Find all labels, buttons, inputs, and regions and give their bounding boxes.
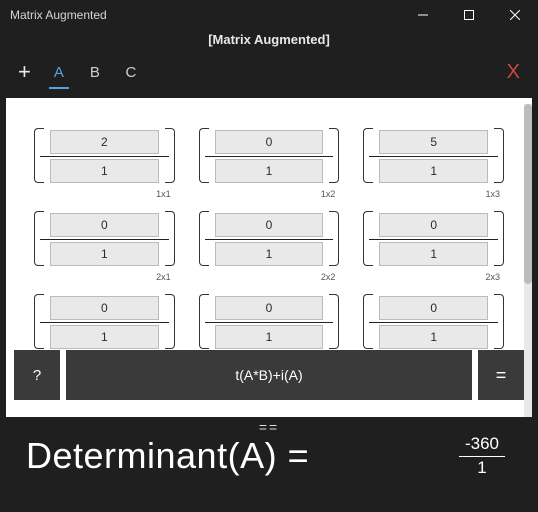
result-panel: == Determinant(A) = -360 1 [6, 417, 532, 507]
fraction-bar [205, 156, 334, 157]
numerator-input[interactable]: 2 [50, 130, 159, 154]
matrix-cell: 0 1 2x3 [363, 209, 504, 280]
tab-C[interactable]: C [113, 58, 149, 87]
fraction-bar [369, 156, 498, 157]
result-row: Determinant(A) = -360 1 [6, 435, 532, 477]
scrollbar-thumb[interactable] [524, 104, 532, 284]
denominator-input[interactable]: 1 [379, 325, 488, 349]
bracket-icon [199, 211, 209, 266]
bracket-icon [34, 294, 44, 349]
matrix-grid: 2 1 1x1 0 1 1x2 5 [6, 98, 532, 391]
scrollbar[interactable] [524, 104, 532, 438]
bracket-icon [329, 294, 339, 349]
bracket-icon [363, 128, 373, 183]
fraction: 2 1 [50, 130, 159, 183]
fraction: 0 1 [379, 296, 488, 349]
bracket-icon [199, 128, 209, 183]
matrix-cell: 2 1 1x1 [34, 126, 175, 197]
matrix-cell: 5 1 1x3 [363, 126, 504, 197]
help-button[interactable]: ? [14, 350, 60, 400]
main-viewport: 2 1 1x1 0 1 1x2 5 [0, 92, 538, 512]
window-title: Matrix Augmented [10, 8, 107, 22]
matrix-cell: 0 1 2x1 [34, 209, 175, 280]
numerator-input[interactable]: 0 [379, 213, 488, 237]
denominator-input[interactable]: 1 [50, 325, 159, 349]
result-separator: == [6, 417, 532, 435]
bracket-icon [363, 211, 373, 266]
fraction-bar [369, 239, 498, 240]
numerator-input[interactable]: 5 [379, 130, 488, 154]
denominator-input[interactable]: 1 [50, 242, 159, 266]
fraction: 0 1 [215, 130, 324, 183]
numerator-input[interactable]: 0 [215, 130, 324, 154]
fraction: 0 1 [215, 296, 324, 349]
fraction: 0 1 [379, 213, 488, 266]
denominator-input[interactable]: 1 [379, 242, 488, 266]
bracket-icon [494, 211, 504, 266]
bracket-icon [494, 128, 504, 183]
denominator-input[interactable]: 1 [50, 159, 159, 183]
bracket-icon [34, 211, 44, 266]
expression-bar: ? t(A*B)+i(A) = [14, 350, 524, 400]
tab-A[interactable]: A [41, 58, 77, 87]
bracket-icon [165, 294, 175, 349]
app-subtitle: [Matrix Augmented] [0, 30, 538, 52]
fraction: 0 1 [50, 296, 159, 349]
evaluate-button[interactable]: = [478, 350, 524, 400]
matrix-cell: 0 1 1x2 [199, 126, 340, 197]
bracket-icon [165, 128, 175, 183]
cell-position-label: 2x1 [156, 272, 171, 282]
minimize-icon [418, 10, 428, 20]
cell-position-label: 1x1 [156, 189, 171, 199]
maximize-icon [464, 10, 474, 20]
result-denominator: 1 [477, 459, 486, 478]
numerator-input[interactable]: 0 [50, 296, 159, 320]
cell-position-label: 1x2 [321, 189, 336, 199]
denominator-input[interactable]: 1 [215, 242, 324, 266]
fraction-bar [40, 156, 169, 157]
window-maximize-button[interactable] [446, 0, 492, 30]
cell-position-label: 1x3 [485, 189, 500, 199]
numerator-input[interactable]: 0 [215, 213, 324, 237]
matrix-tabs: + A B C X [0, 52, 538, 92]
bracket-icon [165, 211, 175, 266]
matrix-cell: 0 1 2x2 [199, 209, 340, 280]
fraction-bar [40, 239, 169, 240]
fraction: 5 1 [379, 130, 488, 183]
fraction-bar [205, 322, 334, 323]
bracket-icon [329, 128, 339, 183]
bracket-icon [34, 128, 44, 183]
delete-matrix-button[interactable]: X [507, 61, 520, 84]
expression-input[interactable]: t(A*B)+i(A) [66, 350, 472, 400]
denominator-input[interactable]: 1 [215, 159, 324, 183]
tab-B[interactable]: B [77, 58, 113, 87]
bracket-icon [494, 294, 504, 349]
numerator-input[interactable]: 0 [50, 213, 159, 237]
bracket-icon [363, 294, 373, 349]
window-controls [400, 0, 538, 30]
fraction-bar [205, 239, 334, 240]
cell-position-label: 2x2 [321, 272, 336, 282]
bracket-icon [329, 211, 339, 266]
add-matrix-button[interactable]: + [14, 59, 41, 85]
fraction-bar [40, 322, 169, 323]
fraction-bar [459, 456, 505, 457]
window-minimize-button[interactable] [400, 0, 446, 30]
cell-position-label: 2x3 [485, 272, 500, 282]
numerator-input[interactable]: 0 [379, 296, 488, 320]
fraction-bar [369, 322, 498, 323]
denominator-input[interactable]: 1 [215, 325, 324, 349]
numerator-input[interactable]: 0 [215, 296, 324, 320]
window-close-button[interactable] [492, 0, 538, 30]
bracket-icon [199, 294, 209, 349]
window-titlebar: Matrix Augmented [0, 0, 538, 30]
result-rhs-fraction: -360 1 [454, 435, 510, 477]
denominator-input[interactable]: 1 [379, 159, 488, 183]
result-numerator: -360 [465, 435, 499, 454]
fraction: 0 1 [215, 213, 324, 266]
result-lhs: Determinant(A) = [26, 435, 309, 477]
close-icon [510, 10, 520, 20]
fraction: 0 1 [50, 213, 159, 266]
